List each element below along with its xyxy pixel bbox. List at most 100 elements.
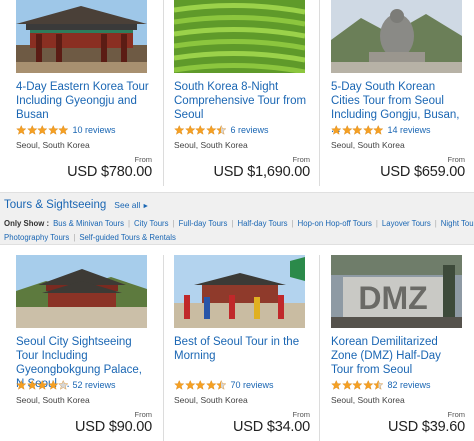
filter-list: Only Show : Bus & Minivan Tours | City Tou… (4, 219, 474, 228)
product-image-buddha-statue[interactable] (331, 0, 462, 73)
filter-separator: | (128, 219, 131, 228)
filter-link[interactable]: Half-day Tours (237, 219, 287, 228)
star-half-icon (216, 380, 227, 390)
product-image-tea-fields[interactable] (174, 0, 305, 73)
filter-separator: | (172, 219, 175, 228)
only-show-label: Only Show : (4, 219, 50, 228)
filter-list: Photography Tours | Self-guided Tours & Re… (4, 233, 176, 242)
rating: 6 reviews (174, 124, 269, 136)
product-card[interactable]: DMZ Korean Demilitarized Zone (DMZ) Half… (331, 255, 465, 441)
from-label: From (292, 410, 311, 419)
see-all-link[interactable]: See all ► (114, 200, 149, 210)
star-full-icon (16, 125, 27, 135)
rating: 70 reviews (174, 379, 274, 391)
from-label: From (447, 155, 466, 164)
price: USD $780.00 (67, 164, 152, 180)
price: USD $1,690.00 (213, 164, 310, 180)
location-text: Seoul, South Korea (174, 395, 248, 405)
product-card[interactable]: Best of Seoul Tour in the Morning 70 rev… (174, 255, 310, 441)
star-full-icon (205, 380, 216, 390)
reviews-link[interactable]: 6 reviews (231, 125, 269, 135)
location-text: Seoul, South Korea (16, 140, 90, 150)
product-title-link[interactable]: Korean Demilitarized Zone (DMZ) Half-Day… (331, 335, 466, 377)
column-divider (163, 0, 164, 186)
location-text: Seoul, South Korea (16, 395, 90, 405)
star-full-icon (331, 380, 342, 390)
product-image-dmz-sign[interactable]: DMZ (331, 255, 462, 328)
reviews-link[interactable]: 14 reviews (388, 125, 431, 135)
category-heading: Tours & Sightseeing See all ► (4, 199, 149, 211)
star-full-icon (341, 125, 352, 135)
filter-link[interactable]: Bus & Minivan Tours (53, 219, 124, 228)
category-title-link[interactable]: Tours & Sightseeing (4, 199, 106, 211)
star-rating (331, 380, 384, 390)
star-rating (331, 125, 384, 135)
price: USD $34.00 (233, 419, 310, 435)
star-half-icon (373, 380, 384, 390)
star-full-icon (16, 380, 27, 390)
filter-link[interactable]: Hop-on Hop-off Tours (298, 219, 372, 228)
product-title-link[interactable]: Best of Seoul Tour in the Morning (174, 335, 309, 363)
star-rating (174, 125, 227, 135)
filter-separator: | (375, 219, 378, 228)
product-title-link[interactable]: 4-Day Eastern Korea Tour Including Gyeon… (16, 80, 151, 122)
top-product-row: 4-Day Eastern Korea Tour Including Gyeon… (0, 0, 474, 186)
filter-link[interactable]: Layover Tours (382, 219, 431, 228)
star-full-icon (47, 125, 58, 135)
star-full-icon (341, 380, 352, 390)
see-all-label: See all (114, 200, 141, 210)
star-full-icon (47, 380, 58, 390)
product-card[interactable]: 5-Day South Korean Cities Tour from Seou… (331, 0, 465, 186)
price: USD $90.00 (75, 419, 152, 435)
star-half-icon (216, 125, 227, 135)
star-rating (174, 380, 227, 390)
star-full-icon (195, 125, 206, 135)
star-full-icon (331, 125, 342, 135)
filter-link[interactable]: Full-day Tours (179, 219, 228, 228)
star-full-icon (174, 380, 185, 390)
product-image-palace[interactable] (16, 255, 147, 328)
star-full-icon (195, 380, 206, 390)
filter-separator: | (434, 219, 437, 228)
star-full-icon (205, 125, 216, 135)
product-image-temple-gate[interactable] (16, 0, 147, 73)
star-rating (16, 380, 69, 390)
reviews-link[interactable]: 52 reviews (73, 380, 116, 390)
reviews-link[interactable]: 70 reviews (231, 380, 274, 390)
product-card[interactable]: Seoul City Sightseeing Tour Including Gy… (16, 255, 152, 441)
filter-link[interactable]: Self-guided Tours & Rentals (79, 233, 176, 242)
star-full-icon (37, 125, 48, 135)
location-text: Seoul, South Korea (331, 395, 405, 405)
column-divider (319, 255, 320, 441)
bottom-product-row: Seoul City Sightseeing Tour Including Gy… (0, 255, 474, 441)
star-empty-icon (58, 380, 69, 390)
filter-chips-line-2: Photography Tours | Self-guided Tours & Re… (4, 233, 176, 242)
star-full-icon (373, 125, 384, 135)
star-full-icon (37, 380, 48, 390)
reviews-link[interactable]: 82 reviews (388, 380, 431, 390)
star-full-icon (352, 125, 363, 135)
filter-link[interactable]: City Tours (134, 219, 169, 228)
category-section-header: Tours & Sightseeing See all ► Only Show :… (0, 192, 474, 245)
from-label: From (134, 410, 153, 419)
product-image-guard-ceremony[interactable] (174, 255, 305, 328)
product-title-link[interactable]: South Korea 8-Night Comprehensive Tour f… (174, 80, 309, 122)
reviews-link[interactable]: 10 reviews (73, 125, 116, 135)
star-full-icon (362, 380, 373, 390)
star-full-icon (26, 380, 37, 390)
column-divider (163, 255, 164, 441)
rating: 52 reviews (16, 379, 116, 391)
svg-text:DMZ: DMZ (358, 280, 427, 316)
from-label: From (447, 410, 466, 419)
product-card[interactable]: South Korea 8-Night Comprehensive Tour f… (174, 0, 310, 186)
rating: 10 reviews (16, 124, 116, 136)
from-label: From (292, 155, 311, 164)
filter-link[interactable]: Night Tours (441, 219, 474, 228)
star-full-icon (352, 380, 363, 390)
filter-separator: | (73, 233, 76, 242)
location-text: Seoul, South Korea (331, 140, 405, 150)
filter-link[interactable]: Photography Tours (4, 233, 69, 242)
star-full-icon (58, 125, 69, 135)
star-full-icon (26, 125, 37, 135)
product-card[interactable]: 4-Day Eastern Korea Tour Including Gyeon… (16, 0, 152, 186)
